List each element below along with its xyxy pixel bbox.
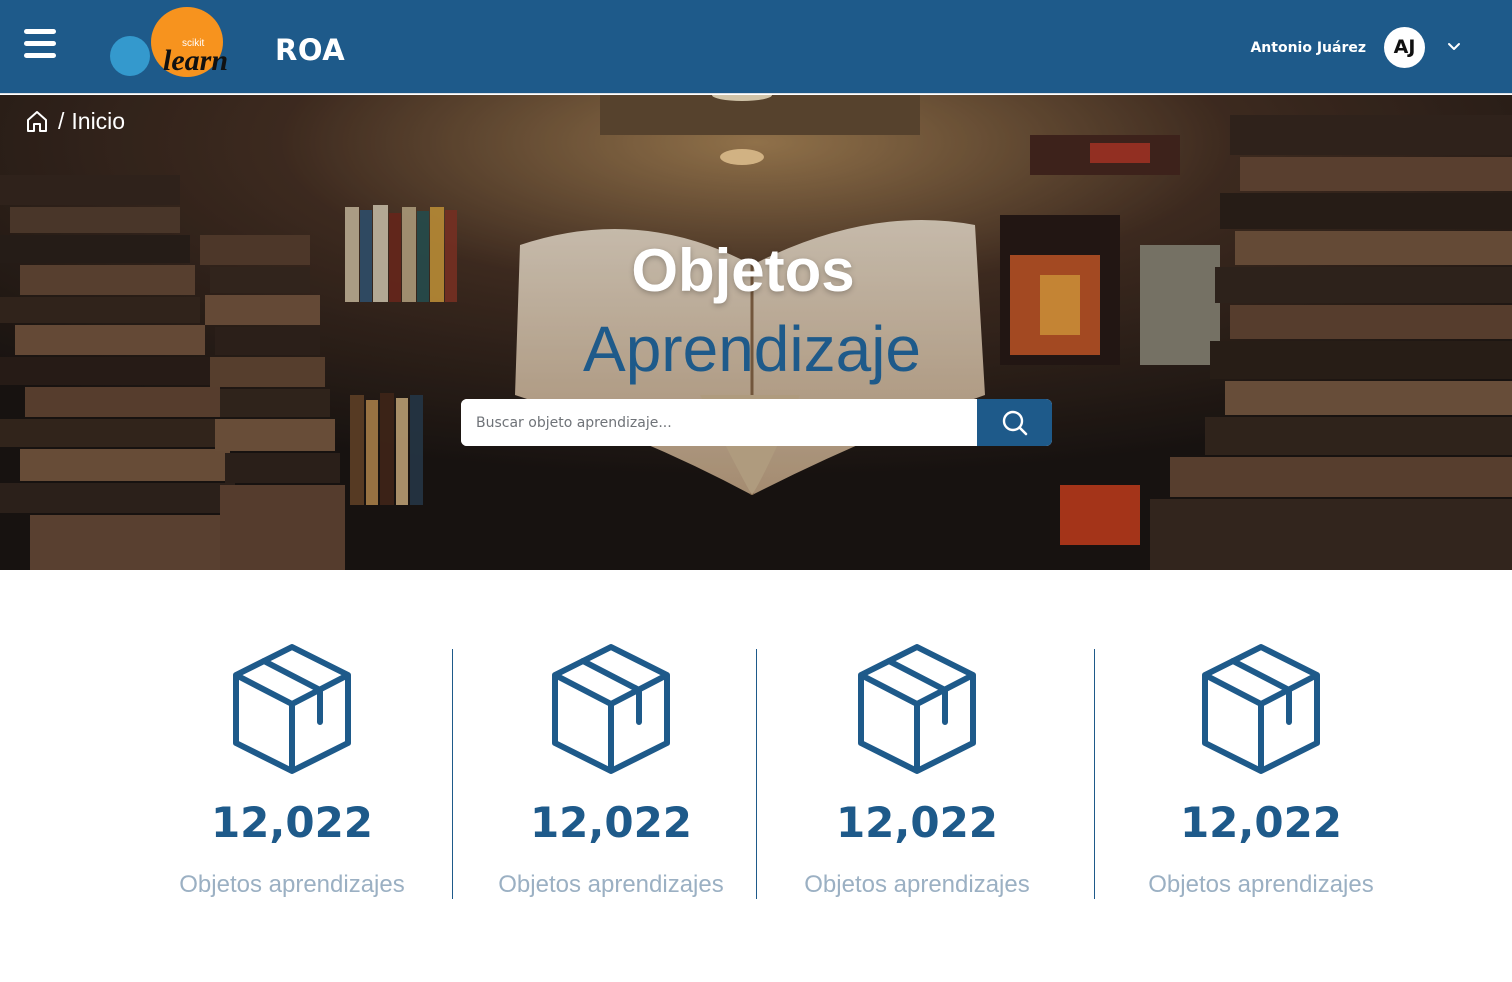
hero-title-line1: Objetos <box>631 237 855 304</box>
stat-card: 12,022 Objetos aprendizajes <box>797 642 1037 902</box>
box-icon <box>858 644 976 774</box>
stat-label: Objetos aprendizajes <box>179 871 405 898</box>
search-input[interactable] <box>461 399 977 446</box>
user-name[interactable]: Antonio Juárez <box>1250 38 1366 58</box>
stat-divider <box>452 649 453 899</box>
stat-divider <box>1094 649 1095 899</box>
stat-card: 12,022 Objetos aprendizajes <box>1141 642 1381 902</box>
stat-value: 12,022 <box>1179 798 1343 847</box>
hamburger-menu-icon[interactable] <box>24 29 56 59</box>
search-bar <box>461 399 1052 446</box>
scikit-learn-logo[interactable]: scikit learn <box>108 6 240 78</box>
home-icon[interactable] <box>26 109 48 133</box>
stat-label: Objetos aprendizajes <box>498 871 724 898</box>
stat-label: Objetos aprendizajes <box>804 871 1030 898</box>
chevron-down-icon[interactable] <box>1446 40 1462 54</box>
breadcrumb-separator: / <box>58 108 65 134</box>
stat-card: 12,022 Objetos aprendizajes <box>491 642 731 902</box>
breadcrumb: / Inicio <box>26 107 125 135</box>
hero-banner: / Inicio Objetos Aprendizaje <box>0 95 1512 570</box>
stat-label: Objetos aprendizajes <box>1148 871 1374 898</box>
hero-title-line2: Aprendizaje <box>583 313 921 385</box>
stat-value: 12,022 <box>835 798 999 847</box>
top-navbar: scikit learn ROA Antonio Juárez AJ <box>0 0 1512 94</box>
app-title: ROA <box>275 33 346 67</box>
user-avatar[interactable]: AJ <box>1384 27 1425 68</box>
stat-divider <box>756 649 757 899</box>
box-icon <box>233 644 351 774</box>
stat-value: 12,022 <box>529 798 693 847</box>
search-icon <box>1002 410 1027 435</box>
box-icon <box>1202 644 1320 774</box>
box-icon <box>552 644 670 774</box>
breadcrumb-current: Inicio <box>71 108 126 134</box>
stat-card: 12,022 Objetos aprendizajes <box>172 642 412 902</box>
stat-value: 12,022 <box>210 798 374 847</box>
logo-main-text: learn <box>163 44 228 77</box>
search-button[interactable] <box>977 399 1052 446</box>
